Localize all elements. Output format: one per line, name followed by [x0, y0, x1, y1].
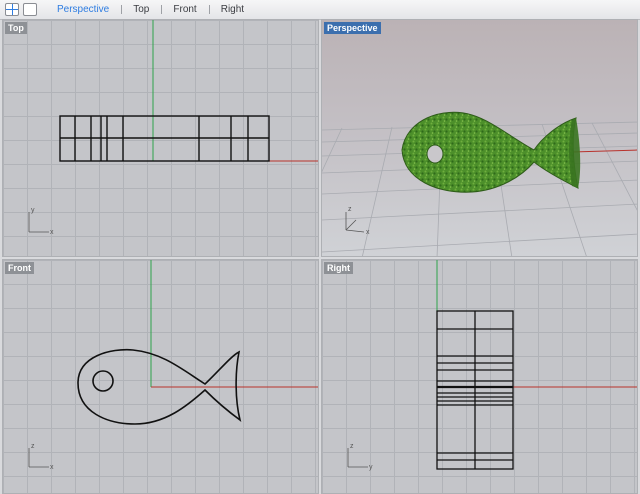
- perspective-view-drawing: z x: [322, 111, 637, 256]
- viewport-toolbar: Perspective Top Front Right: [0, 0, 640, 20]
- top-view-drawing: y x: [28, 20, 318, 236]
- viewport-right[interactable]: Right z y: [321, 259, 638, 494]
- axis-letter-z: z: [348, 206, 352, 213]
- axis-letter-x: x: [50, 464, 54, 471]
- axis-triad: [28, 448, 49, 468]
- fish-right-outline: [436, 310, 514, 470]
- viewport-top[interactable]: Top y x: [2, 19, 319, 257]
- axis-triad: [347, 448, 368, 468]
- axis-letter-z: z: [350, 443, 354, 450]
- single-viewport-icon[interactable]: [23, 3, 37, 16]
- tab-perspective[interactable]: Perspective: [45, 0, 121, 19]
- viewport-front[interactable]: Front z x: [2, 259, 319, 494]
- axis-triad: [28, 212, 49, 233]
- viewport-label-perspective[interactable]: Perspective: [324, 22, 381, 34]
- axis-letter-y: y: [369, 464, 373, 471]
- axis-letter-x: x: [50, 229, 54, 236]
- viewport-label-front[interactable]: Front: [5, 262, 34, 274]
- viewport-perspective[interactable]: Perspective z x: [321, 19, 638, 257]
- right-view-drawing: z y: [347, 260, 637, 471]
- viewport-label-top[interactable]: Top: [5, 22, 27, 34]
- front-view-drawing: z x: [28, 260, 318, 471]
- fish-eye-outline: [92, 370, 114, 392]
- four-viewport-icon[interactable]: [5, 3, 19, 16]
- axis-letter-y: y: [31, 207, 35, 214]
- tab-top[interactable]: Top: [121, 0, 161, 19]
- axis-letter-x: x: [366, 229, 370, 236]
- fish-eye-hole: [426, 144, 444, 164]
- tab-front[interactable]: Front: [161, 0, 208, 19]
- viewport-label-right[interactable]: Right: [324, 262, 353, 274]
- axis-triad: [345, 212, 365, 233]
- tab-right[interactable]: Right: [208, 0, 256, 19]
- axis-letter-z: z: [31, 443, 35, 450]
- fish-top-outline: [59, 115, 270, 162]
